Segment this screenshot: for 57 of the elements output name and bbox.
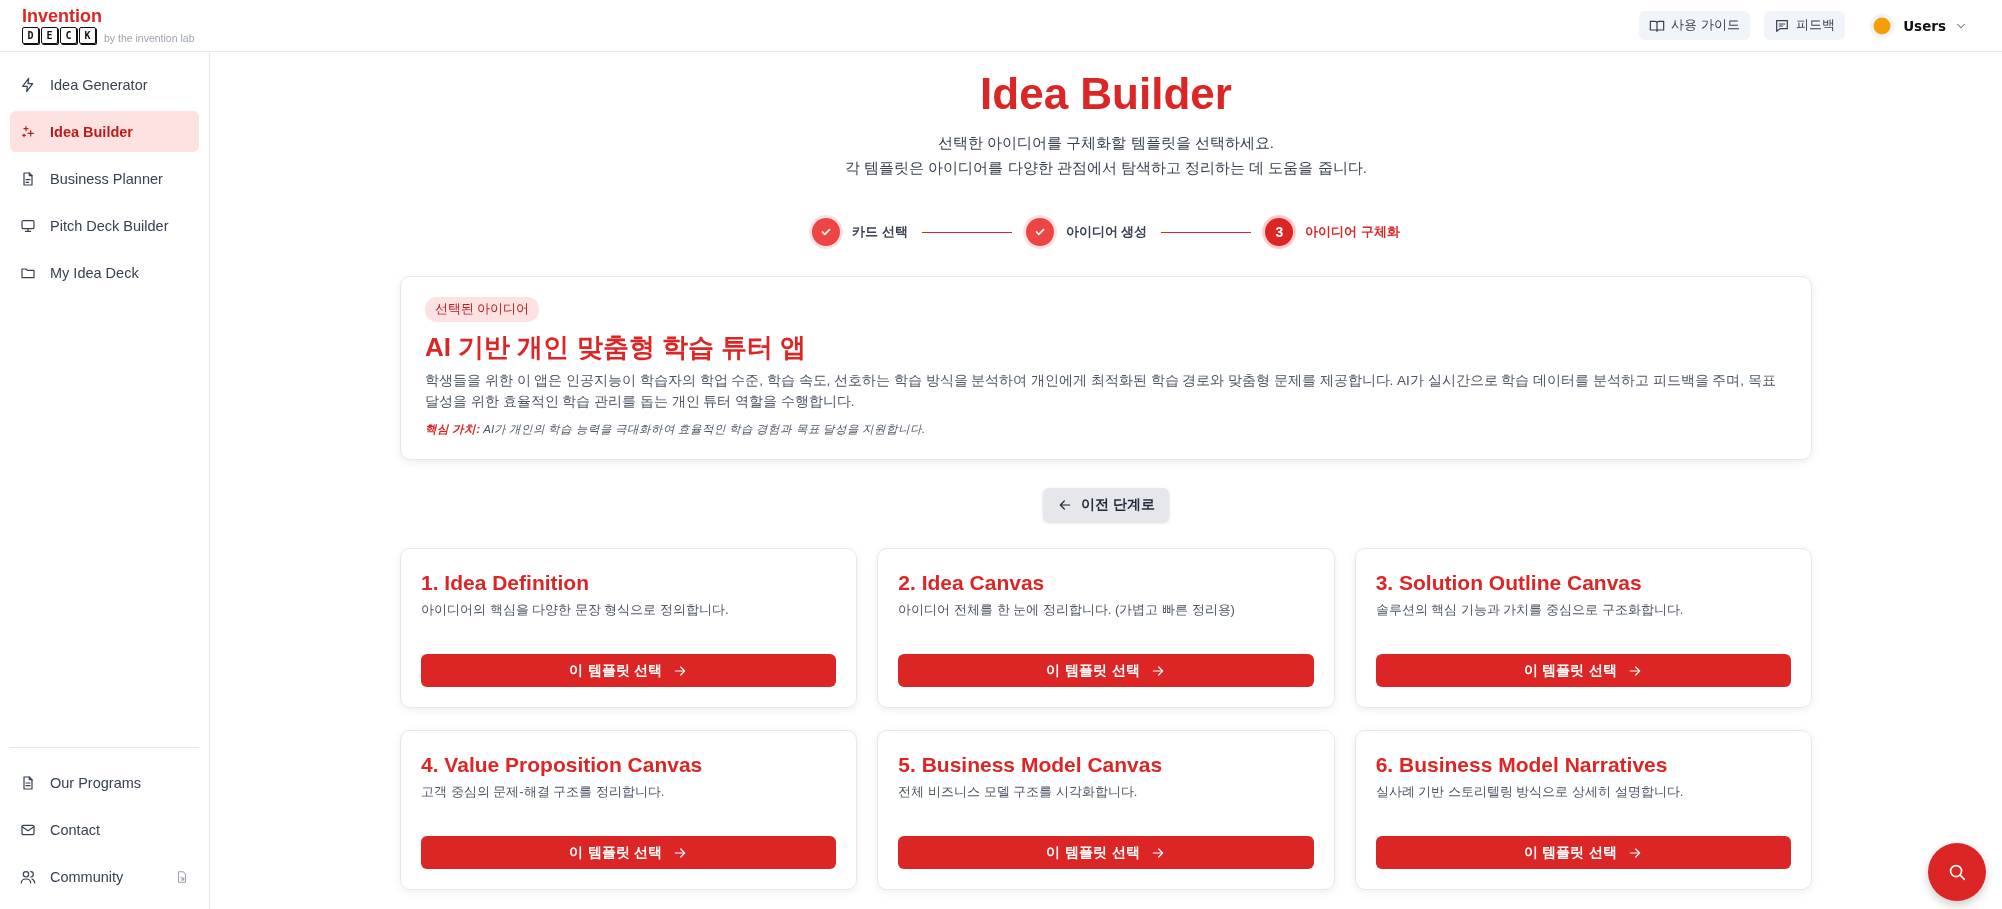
sparkle-icon [20,123,36,140]
user-guide-button[interactable]: 사용 가이드 [1639,11,1751,40]
feedback-button[interactable]: 피드백 [1764,11,1846,40]
document-icon [20,170,36,187]
chat-bubble-icon [1774,17,1791,34]
idea-title: AI 기반 개인 맞춤형 학습 튜터 앱 [425,331,807,364]
template-title: 5. Business Model Canvas [898,752,1164,778]
previous-step-button[interactable]: 이전 단계로 [1042,488,1170,522]
select-template-button[interactable]: 이 템플릿 선택 [1375,836,1791,869]
select-template-button[interactable]: 이 템플릿 선택 [421,654,837,687]
logo-wordmark: Invention [22,7,103,26]
idea-description: 학생들을 위한 이 앱은 인공지능이 학습자의 학업 수준, 학습 속도, 선호하는 학습 방식을 분석하여 개인에게 최적화된 학습 경로와 맞춤형 문제를 제공합니다. AI가 실시간으로 학습 데이터를 분석하고 피드백을 주며, 목표 달성을 위한 효율적인 학습 관리를 돕는 개인 튜터 역할을 수행합니다. [425,372,1777,411]
template-description: 아이디어의 핵심을 다양한 문장 형식으로 정의합니다. [421,601,730,619]
template-description: 솔루션의 핵심 기능과 가치를 중심으로 구조화합니다. [1375,601,1685,619]
sidebar-item[interactable]: Idea Builder [10,111,199,152]
select-template-button[interactable]: 이 템플릿 선택 [421,836,837,869]
template-description: 전체 비즈니스 모델 구조를 시각화합니다. [898,783,1139,801]
lightning-icon [20,76,36,93]
sidebar-item[interactable]: My Idea Deck [10,252,199,293]
step-number: 3 [1265,218,1294,246]
selected-idea-badge: 선택된 아이디어 [425,297,540,322]
select-template-button[interactable]: 이 템플릿 선택 [898,836,1314,869]
page-subtitle: 각 템플릿은 아이디어를 다양한 관점에서 탐색하고 정리하는 데 도움을 줍니다. [845,158,1367,178]
select-template-button[interactable]: 이 템플릿 선택 [898,654,1314,687]
search-button[interactable] [1928,843,1986,901]
avatar-icon [1869,12,1896,39]
sidebar-item[interactable]: Our Programs [10,762,199,803]
sidebar-item[interactable]: Pitch Deck Builder [10,205,199,246]
template-description: 실사례 기반 스토리텔링 방식으로 상세히 설명합니다. [1375,783,1685,801]
sidebar-item[interactable]: Community [10,856,199,897]
logo-letter-tile: K [79,27,96,44]
sidebar-item[interactable]: Business Planner [10,158,199,199]
sidebar-item[interactable]: Contact [10,809,199,850]
template-title: 3. Solution Outline Canvas [1375,570,1643,596]
template-title: 4. Value Proposition Canvas [421,752,704,778]
user-menu[interactable]: Users [1859,6,1978,45]
sidebar-item[interactable]: Idea Generator [10,64,199,105]
monitor-icon [20,217,36,234]
logo-letter-tile: E [41,27,58,44]
document-icon [20,774,36,791]
step-label: 카드 선택 [852,223,908,241]
core-value-text: 핵심 가치: AI가 개인의 학습 능력을 극대화하여 효율적인 학습 경험과 목표 달성을 지원합니다. [425,422,926,437]
logo-letter-tile: D [22,27,39,44]
step-label: 아이디어 생성 [1065,223,1148,241]
external-link-icon [175,869,189,884]
template-title: 1. Idea Definition [421,570,591,596]
page-title: Idea Builder [980,68,1232,120]
step-label: 아이디어 구체화 [1305,223,1400,241]
people-icon [20,868,36,885]
template-title: 6. Business Model Narratives [1375,752,1669,778]
logo-tagline: by the invention lab [104,32,195,44]
template-description: 아이디어 전체를 한 눈에 정리합니다. (가볍고 빠른 정리용) [898,601,1236,619]
select-template-button[interactable]: 이 템플릿 선택 [1375,654,1791,687]
template-title: 2. Idea Canvas [898,570,1046,596]
page-subtitle: 선택한 아이디어를 구체화할 템플릿을 선택하세요. [937,133,1275,153]
logo-letter-tile: C [60,27,77,44]
template-description: 고객 중심의 문제-해결 구조를 정리합니다. [421,783,666,801]
